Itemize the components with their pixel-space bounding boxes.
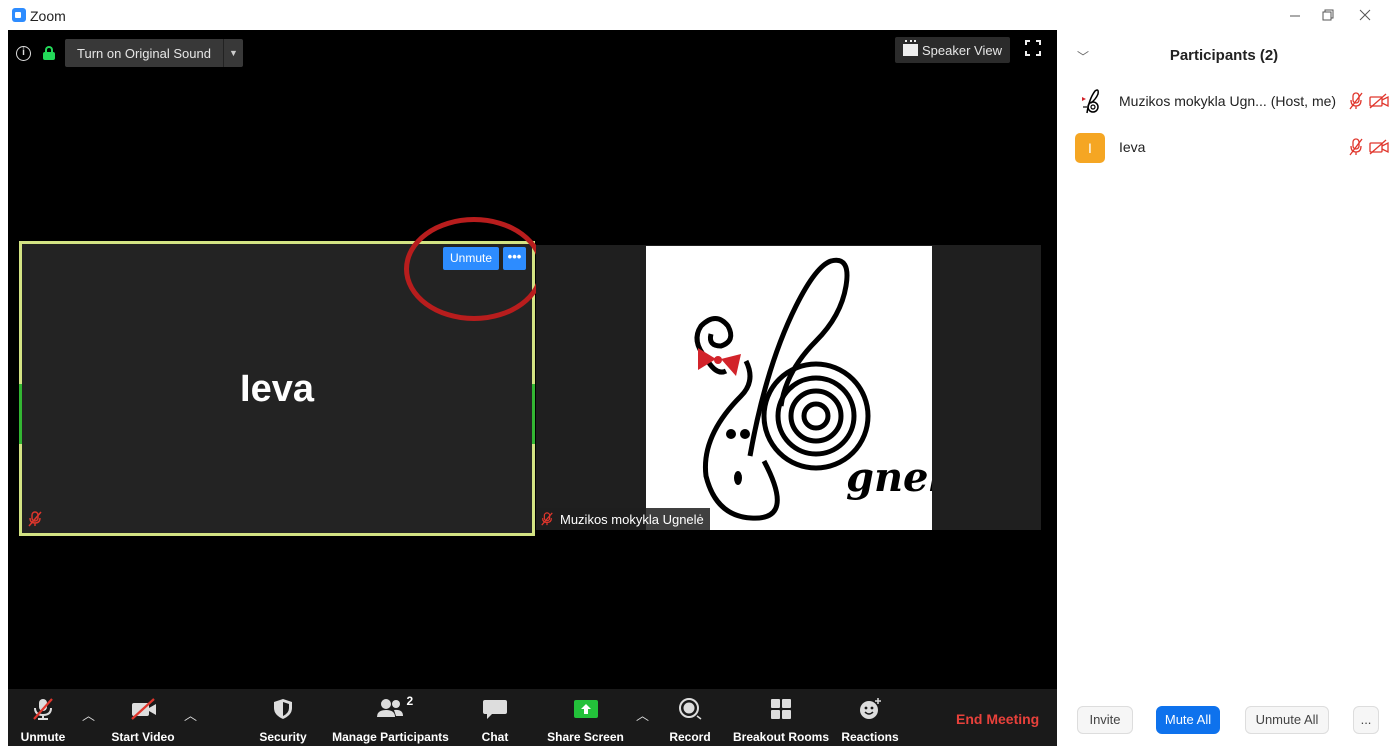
more-options-button[interactable]: ... bbox=[1353, 706, 1379, 734]
zoom-logo-icon bbox=[12, 8, 26, 22]
participant-count: 2 bbox=[406, 694, 414, 708]
tile-participant-name: Ieva bbox=[240, 368, 314, 410]
record-icon bbox=[677, 698, 703, 720]
mute-all-button[interactable]: Mute All bbox=[1156, 706, 1220, 734]
speaker-view-icon bbox=[903, 40, 918, 56]
record-button[interactable]: Record bbox=[660, 689, 720, 746]
meeting-toolbar: Unmute ︿ Start Video ︿ Security 2 Manage… bbox=[8, 689, 1057, 746]
window-title: Zoom bbox=[30, 8, 66, 24]
close-icon[interactable] bbox=[1355, 5, 1375, 25]
security-button[interactable]: Security bbox=[253, 689, 313, 746]
shield-icon bbox=[270, 698, 296, 720]
zoom-window: Zoom i Turn on Original Sound ▼ Speaker … bbox=[0, 0, 1391, 746]
breakout-rooms-label: Breakout Rooms bbox=[732, 730, 830, 744]
video-off-icon[interactable] bbox=[1369, 93, 1389, 109]
encryption-lock-icon[interactable] bbox=[43, 46, 55, 60]
profile-picture-logo: gnelė bbox=[646, 246, 932, 530]
share-screen-button[interactable]: Share Screen bbox=[543, 689, 628, 746]
unmute-label: Unmute bbox=[20, 730, 66, 744]
avatar bbox=[1075, 87, 1105, 117]
tile-participant-name: Muzikos mokykla Ugnelė bbox=[560, 511, 704, 527]
end-meeting-button[interactable]: End Meeting bbox=[956, 711, 1039, 727]
chat-bubble-icon bbox=[482, 698, 508, 720]
unmute-button[interactable]: Unmute bbox=[8, 689, 78, 746]
logo-text: gnelė bbox=[846, 454, 932, 501]
chat-label: Chat bbox=[481, 730, 509, 744]
share-options-caret-icon[interactable]: ︿ bbox=[636, 705, 649, 724]
unmute-all-button[interactable]: Unmute All bbox=[1245, 706, 1329, 734]
manage-participants-label: Manage Participants bbox=[332, 730, 449, 744]
reactions-button[interactable]: Reactions bbox=[838, 689, 902, 746]
breakout-rooms-button[interactable]: Breakout Rooms bbox=[731, 689, 831, 746]
original-sound-button[interactable]: Turn on Original Sound bbox=[65, 46, 223, 61]
speaking-indicator bbox=[532, 384, 535, 444]
share-screen-label: Share Screen bbox=[547, 730, 624, 744]
muted-mic-icon bbox=[30, 698, 56, 720]
muted-mic-icon bbox=[540, 512, 554, 526]
video-tile-ieva[interactable]: Ieva Unmute ••• bbox=[19, 241, 535, 536]
start-video-button[interactable]: Start Video bbox=[103, 689, 183, 746]
panel-title: Participants (2) bbox=[1169, 47, 1279, 64]
tile-more-button[interactable]: ••• bbox=[503, 247, 526, 270]
record-label: Record bbox=[669, 730, 711, 744]
participant-row[interactable]: Muzikos mokykla Ugn... (Host, me) bbox=[1057, 84, 1391, 120]
participant-name: Muzikos mokykla Ugn... bbox=[1119, 93, 1267, 109]
avatar: I bbox=[1075, 133, 1105, 163]
share-screen-icon bbox=[573, 698, 599, 720]
meeting-info-icon[interactable]: i bbox=[16, 45, 31, 61]
fullscreen-icon[interactable] bbox=[1025, 40, 1041, 56]
minimize-icon[interactable] bbox=[1285, 5, 1305, 25]
breakout-rooms-icon bbox=[768, 698, 794, 720]
restore-icon[interactable] bbox=[1318, 5, 1338, 25]
meeting-top-left-controls: i Turn on Original Sound ▼ bbox=[16, 39, 243, 67]
chat-button[interactable]: Chat bbox=[470, 689, 520, 746]
video-off-icon[interactable] bbox=[1369, 139, 1389, 155]
start-video-label: Start Video bbox=[111, 730, 175, 744]
manage-participants-button[interactable]: 2 Manage Participants bbox=[328, 689, 453, 746]
participants-panel-footer: Invite Mute All Unmute All ... bbox=[1057, 706, 1391, 736]
participant-role: (Host, me) bbox=[1270, 93, 1337, 109]
audio-options-caret-icon[interactable]: ︿ bbox=[82, 705, 95, 724]
original-sound-caret-icon[interactable]: ▼ bbox=[222, 39, 243, 67]
video-options-caret-icon[interactable]: ︿ bbox=[184, 705, 197, 724]
tile-name-label: Muzikos mokykla Ugnelė bbox=[536, 508, 710, 530]
speaker-view-label: Speaker View bbox=[922, 42, 1002, 58]
muted-mic-icon[interactable] bbox=[1349, 138, 1363, 156]
participant-row[interactable]: I Ieva bbox=[1057, 130, 1391, 166]
video-off-icon bbox=[130, 698, 156, 720]
meeting-area: i Turn on Original Sound ▼ Speaker View … bbox=[8, 30, 1057, 746]
security-label: Security bbox=[259, 730, 307, 744]
title-bar: Zoom bbox=[0, 0, 1391, 30]
speaker-view-button[interactable]: Speaker View bbox=[895, 37, 1010, 63]
invite-button[interactable]: Invite bbox=[1077, 706, 1133, 734]
participant-name: Ieva bbox=[1119, 139, 1146, 155]
participants-panel: ﹀ Participants (2) Muzikos mokykla Ugn..… bbox=[1057, 30, 1391, 746]
reaction-smiley-icon bbox=[857, 698, 883, 720]
video-tile-muzikos[interactable]: gnelė Muzikos mokykla Ugnelė bbox=[536, 245, 1041, 530]
tile-unmute-button[interactable]: Unmute bbox=[443, 247, 499, 270]
participants-icon: 2 bbox=[371, 694, 413, 720]
original-sound-control: Turn on Original Sound ▼ bbox=[65, 39, 243, 67]
muted-mic-icon[interactable] bbox=[1349, 92, 1363, 110]
muted-mic-icon bbox=[28, 511, 42, 527]
reactions-label: Reactions bbox=[841, 730, 899, 744]
